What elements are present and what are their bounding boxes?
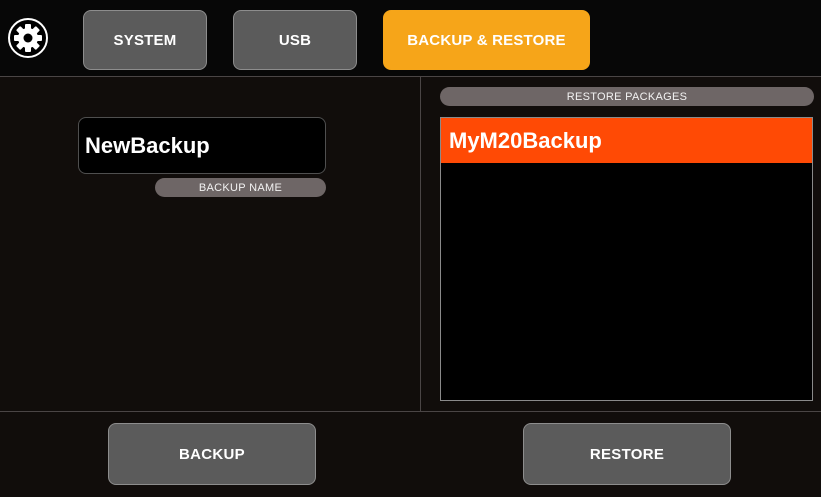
backup-restore-screen: SYSTEM USB BACKUP & RESTORE NewBackup BA… <box>0 0 821 497</box>
backup-name-input[interactable]: NewBackup <box>78 117 326 174</box>
divider-bottom <box>0 411 821 412</box>
divider-vertical <box>420 77 421 411</box>
tab-backup-restore[interactable]: BACKUP & RESTORE <box>383 10 590 70</box>
gear-icon[interactable] <box>8 18 48 58</box>
list-item[interactable]: MyM20Backup <box>441 118 812 163</box>
restore-button[interactable]: RESTORE <box>523 423 731 485</box>
backup-name-label: BACKUP NAME <box>155 178 326 197</box>
tab-usb[interactable]: USB <box>233 10 357 70</box>
restore-packages-label: RESTORE PACKAGES <box>440 87 814 106</box>
backup-button[interactable]: BACKUP <box>108 423 316 485</box>
tab-system[interactable]: SYSTEM <box>83 10 207 70</box>
divider-top <box>0 76 821 77</box>
top-bar: SYSTEM USB BACKUP & RESTORE <box>0 0 821 76</box>
restore-packages-list[interactable]: MyM20Backup <box>440 117 813 401</box>
